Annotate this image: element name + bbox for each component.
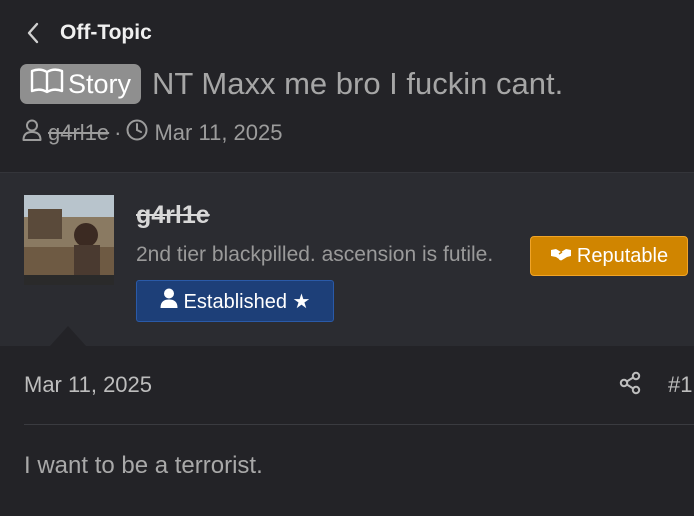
thread-start-date[interactable]: Mar 11, 2025	[154, 120, 282, 146]
user-icon	[160, 288, 184, 314]
username-link[interactable]: g4rl1e	[136, 201, 210, 230]
post-number-link[interactable]: #1	[668, 372, 692, 398]
thread-author-link[interactable]: g4rl1e	[48, 120, 109, 146]
thread-prefix-label[interactable]: Story	[20, 64, 142, 104]
thread-title: NT Maxx me bro I fuckin cant.	[152, 66, 564, 101]
meta-separator: ·	[114, 120, 122, 145]
avatar[interactable]	[24, 195, 114, 285]
breadcrumb-forum-link[interactable]: Off-Topic	[60, 21, 152, 45]
post-date-link[interactable]: Mar 11, 2025	[24, 372, 152, 398]
message-content: Mar 11, 2025 #1 I want to be a terrorist…	[0, 346, 694, 516]
share-icon[interactable]	[618, 371, 642, 400]
prefix-text: Story	[68, 68, 132, 99]
thread-header: Off-Topic Story NT Maxx me bro I fuckin …	[0, 0, 694, 172]
book-open-icon	[30, 67, 68, 101]
established-banner: Established ★	[136, 280, 334, 322]
handshake-icon	[550, 245, 577, 268]
user-arrow-notch	[50, 326, 86, 346]
chevron-left-icon[interactable]	[22, 18, 44, 48]
user-outline-icon	[22, 119, 42, 147]
thread-title-row: Story NT Maxx me bro I fuckin cant.	[20, 64, 563, 104]
reputable-label: Reputable	[576, 244, 669, 267]
clock-icon	[126, 119, 148, 147]
breadcrumb: Off-Topic	[22, 18, 152, 48]
thread-meta: g4rl1e · Mar 11, 2025	[22, 119, 283, 147]
user-title: 2nd tier blackpilled. ascension is futil…	[136, 243, 494, 266]
post-body: I want to be a terrorist.	[24, 452, 263, 479]
reputable-banner: Reputable	[530, 236, 688, 276]
established-label: Established ★	[183, 290, 311, 313]
message-user-block: g4rl1e 2nd tier blackpilled. ascension i…	[0, 172, 694, 347]
post-divider	[24, 424, 694, 425]
